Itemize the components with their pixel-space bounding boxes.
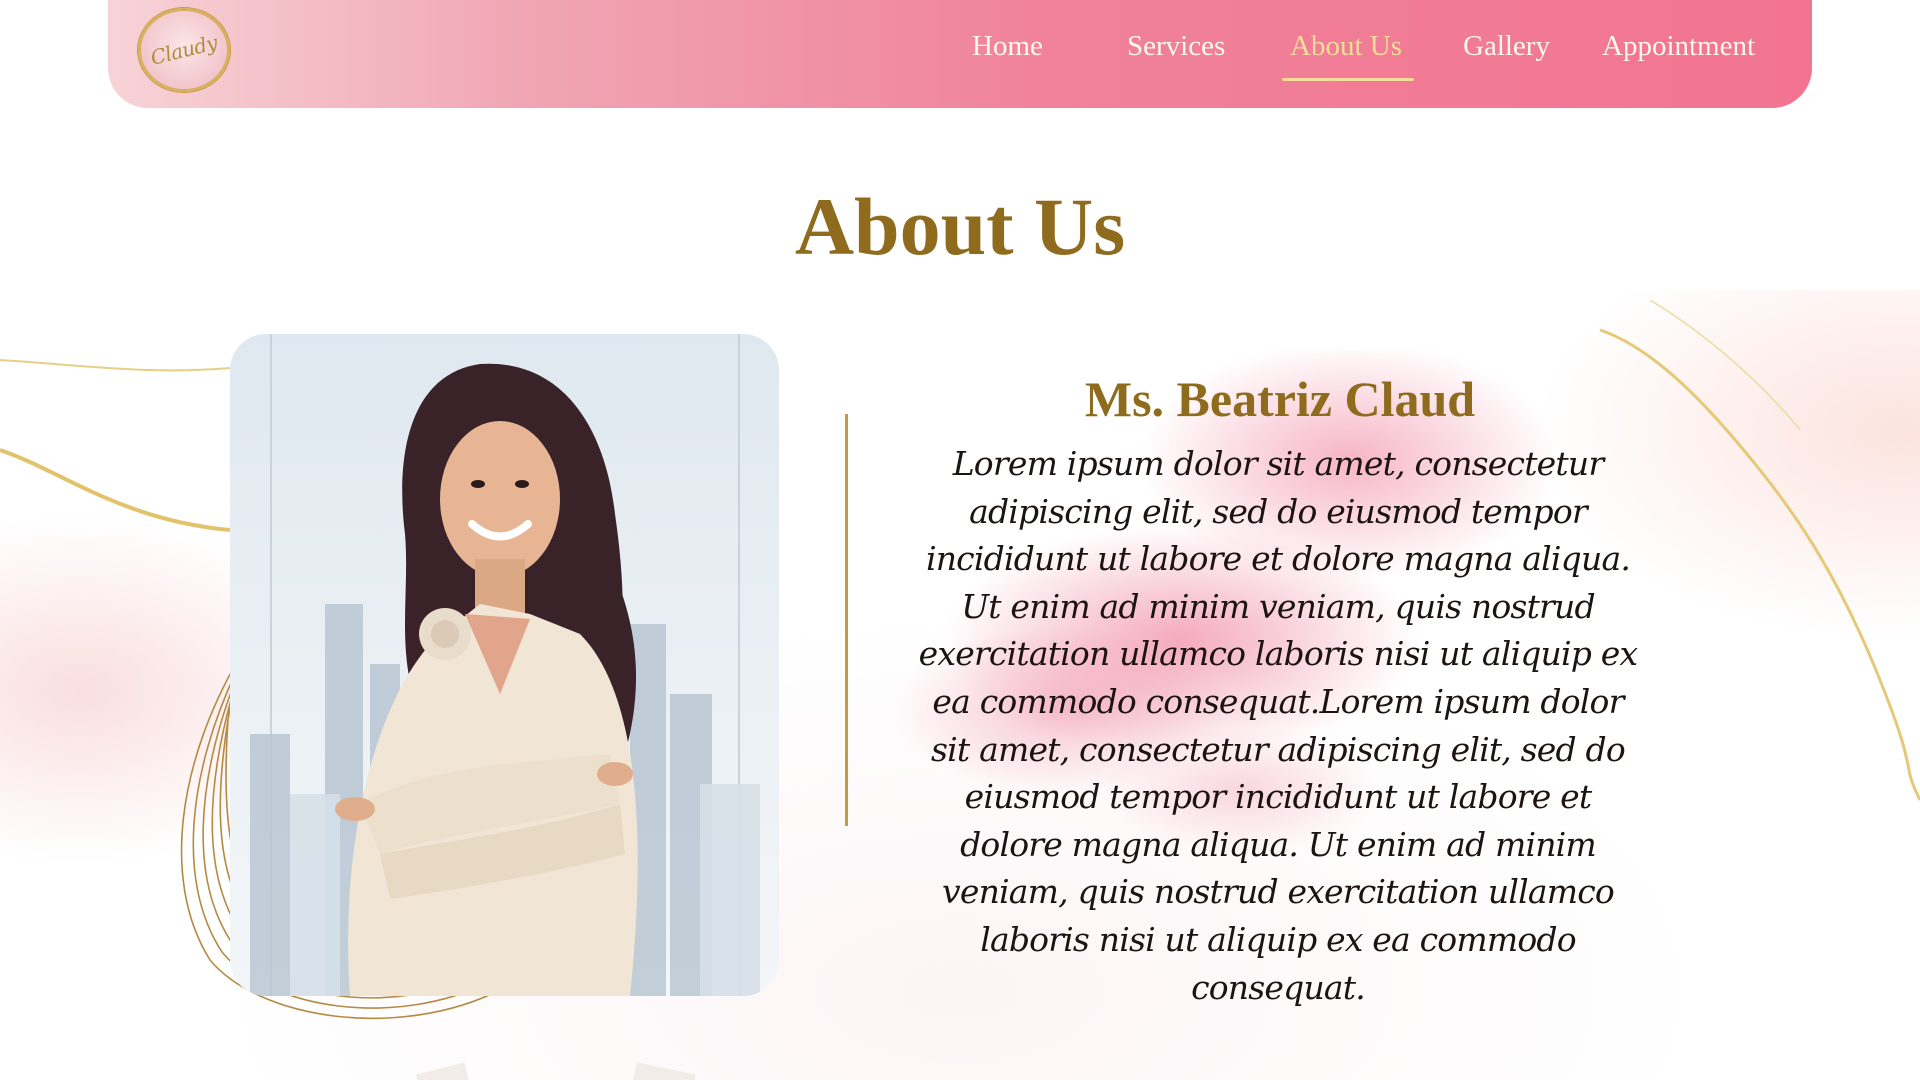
- nav-item-home[interactable]: Home: [972, 30, 1043, 63]
- portrait-photo-illustration: [250, 334, 760, 996]
- vertical-gold-divider: [845, 414, 848, 826]
- brand-logo[interactable]: Claudy: [138, 8, 230, 92]
- nav-item-about-us[interactable]: About Us: [1282, 30, 1414, 81]
- active-nav-underline: [1282, 78, 1414, 81]
- nav-item-services[interactable]: Services: [1127, 30, 1225, 63]
- nav-item-about-us-label: About Us: [1290, 30, 1402, 62]
- portrait-photo: [230, 334, 779, 996]
- page-title: About Us: [794, 181, 1126, 272]
- logo-text: Claudy: [148, 30, 220, 70]
- nav-item-gallery[interactable]: Gallery: [1463, 30, 1550, 63]
- nav-item-appointment[interactable]: Appointment: [1602, 30, 1755, 63]
- profile-bio: Lorem ipsum dolor sit amet, consectetur …: [918, 444, 1638, 1007]
- profile-name: Ms. Beatriz Claud: [1084, 371, 1476, 427]
- top-navbar: Claudy Home Services About Us Gallery Ap…: [108, 0, 1812, 108]
